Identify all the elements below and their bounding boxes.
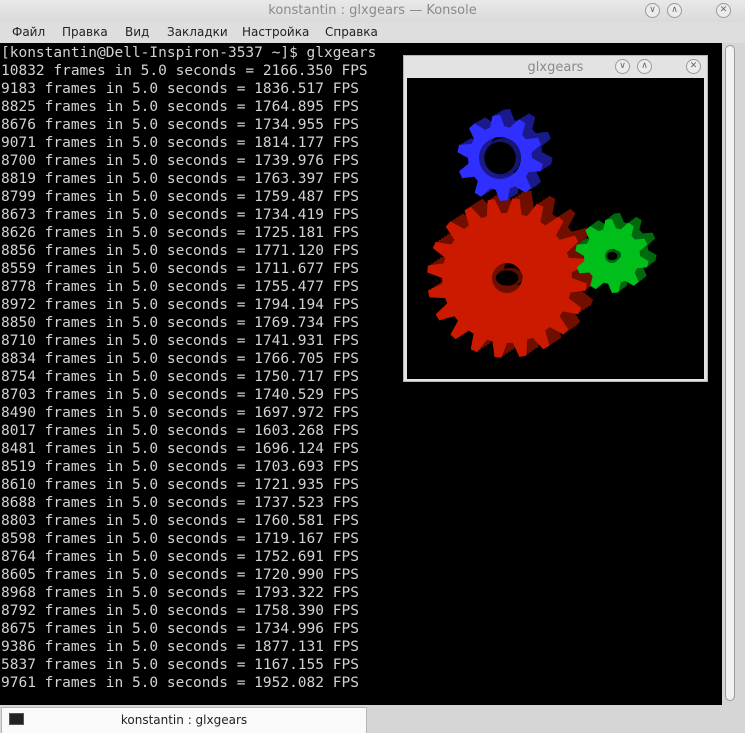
terminal-output-line: 8673 frames in 5.0 seconds = 1734.419 FP…	[1, 207, 359, 223]
menu-bar: Файл Правка Вид Закладки Настройка Справ…	[0, 22, 745, 43]
terminal-output-line: 8559 frames in 5.0 seconds = 1711.677 FP…	[1, 261, 359, 277]
terminal-output-line: 8017 frames in 5.0 seconds = 1603.268 FP…	[1, 423, 359, 439]
terminal-output-line: 8799 frames in 5.0 seconds = 1759.487 FP…	[1, 189, 359, 205]
menu-edit[interactable]: Правка	[62, 25, 108, 39]
glxgears-title: glxgears	[527, 60, 584, 75]
terminal-output-line: 8519 frames in 5.0 seconds = 1703.693 FP…	[1, 459, 359, 475]
gears-canvas	[407, 78, 704, 379]
terminal-output-line: 8972 frames in 5.0 seconds = 1794.194 FP…	[1, 297, 359, 313]
menu-help[interactable]: Справка	[325, 25, 378, 39]
terminal-output-line: 8700 frames in 5.0 seconds = 1739.976 FP…	[1, 153, 359, 169]
minimize-button[interactable]: ∨	[645, 3, 660, 18]
menu-file[interactable]: Файл	[12, 25, 45, 39]
terminal-output-line: 9386 frames in 5.0 seconds = 1877.131 FP…	[1, 639, 359, 655]
scrollbar-handle[interactable]	[725, 45, 735, 701]
terminal-prompt-line: [konstantin@Dell-Inspiron-3537 ~]$ glxge…	[1, 45, 377, 61]
terminal-output-line: 8754 frames in 5.0 seconds = 1750.717 FP…	[1, 369, 359, 385]
terminal-output-line: 8792 frames in 5.0 seconds = 1758.390 FP…	[1, 603, 359, 619]
terminal-output-line: 8675 frames in 5.0 seconds = 1734.996 FP…	[1, 621, 359, 637]
window-title: konstantin : glxgears — Konsole	[268, 3, 477, 18]
terminal-output-line: 5837 frames in 5.0 seconds = 1167.155 FP…	[1, 657, 359, 673]
red-gear	[427, 190, 599, 358]
tab-konsole-session[interactable]: konstantin : glxgears	[1, 707, 367, 733]
terminal-output-line: 8710 frames in 5.0 seconds = 1741.931 FP…	[1, 333, 359, 349]
menu-settings[interactable]: Настройка	[242, 25, 309, 39]
terminal-output-line: 8598 frames in 5.0 seconds = 1719.167 FP…	[1, 531, 359, 547]
terminal-output-line: 8803 frames in 5.0 seconds = 1760.581 FP…	[1, 513, 359, 529]
glxgears-close-button[interactable]: ✕	[686, 59, 701, 74]
terminal-output-line: 8778 frames in 5.0 seconds = 1755.477 FP…	[1, 279, 359, 295]
terminal-output-line: 8481 frames in 5.0 seconds = 1696.124 FP…	[1, 441, 359, 457]
terminal-output-line: 8856 frames in 5.0 seconds = 1771.120 FP…	[1, 243, 359, 259]
blue-gear	[457, 109, 553, 201]
terminal-output-line: 10832 frames in 5.0 seconds = 2166.350 F…	[1, 63, 368, 79]
terminal-output-line: 8610 frames in 5.0 seconds = 1721.935 FP…	[1, 477, 359, 493]
tab-label: konstantin : glxgears	[120, 713, 248, 727]
menu-bookmarks[interactable]: Закладки	[167, 25, 228, 39]
terminal-output-line: 8968 frames in 5.0 seconds = 1793.322 FP…	[1, 585, 359, 601]
menu-view[interactable]: Вид	[125, 25, 149, 39]
terminal-output-line: 8626 frames in 5.0 seconds = 1725.181 FP…	[1, 225, 359, 241]
gears-drawing	[427, 109, 657, 358]
glxgears-window: glxgears ∨ ∧ ✕	[403, 55, 708, 382]
terminal-output-line: 8825 frames in 5.0 seconds = 1764.895 FP…	[1, 99, 359, 115]
terminal-output-line: 8764 frames in 5.0 seconds = 1752.691 FP…	[1, 549, 359, 565]
terminal-output-line: 8819 frames in 5.0 seconds = 1763.397 FP…	[1, 171, 359, 187]
terminal-output-line: 9071 frames in 5.0 seconds = 1814.177 FP…	[1, 135, 359, 151]
terminal-output-line: 9761 frames in 5.0 seconds = 1952.082 FP…	[1, 675, 359, 691]
terminal-output-line: 8676 frames in 5.0 seconds = 1734.955 FP…	[1, 117, 359, 133]
title-bar: konstantin : glxgears — Konsole ∨ ∧ ✕	[0, 0, 745, 22]
terminal-output-line: 8834 frames in 5.0 seconds = 1766.705 FP…	[1, 351, 359, 367]
maximize-button[interactable]: ∧	[667, 3, 682, 18]
terminal-output-line: 8605 frames in 5.0 seconds = 1720.990 FP…	[1, 567, 359, 583]
terminal-output-line: 8703 frames in 5.0 seconds = 1740.529 FP…	[1, 387, 359, 403]
terminal-output-line: 8490 frames in 5.0 seconds = 1697.972 FP…	[1, 405, 359, 421]
glxgears-maximize-button[interactable]: ∧	[637, 59, 652, 74]
glxgears-minimize-button[interactable]: ∨	[615, 59, 630, 74]
close-button[interactable]: ✕	[716, 3, 731, 18]
terminal-output-line: 8850 frames in 5.0 seconds = 1769.734 FP…	[1, 315, 359, 331]
terminal-output-line: 9183 frames in 5.0 seconds = 1836.517 FP…	[1, 81, 359, 97]
terminal-output-line: 8688 frames in 5.0 seconds = 1737.523 FP…	[1, 495, 359, 511]
